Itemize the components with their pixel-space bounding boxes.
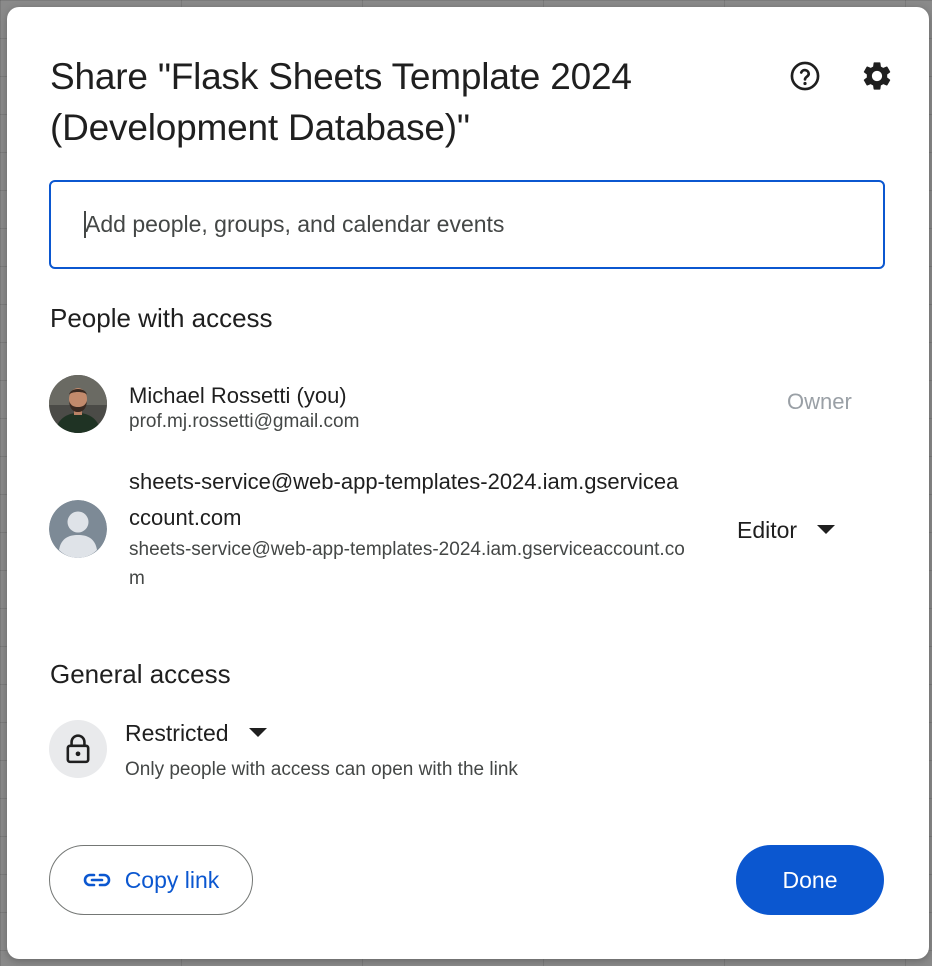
done-button[interactable]: Done [736, 845, 884, 915]
add-people-input[interactable] [85, 182, 865, 267]
role-dropdown[interactable]: Editor [725, 507, 847, 553]
help-button[interactable] [785, 56, 825, 96]
dialog-title: Share "Flask Sheets Template 2024 (Devel… [50, 56, 632, 148]
share-dialog: Share "Flask Sheets Template 2024 (Devel… [7, 7, 929, 959]
dropdown-arrow-icon [817, 525, 836, 534]
link-icon [83, 873, 110, 887]
general-access-dropdown[interactable]: Restricted [117, 712, 275, 754]
role-dropdown-label: Editor [737, 516, 798, 543]
copy-link-button[interactable]: Copy link [49, 845, 253, 915]
add-people-field[interactable] [49, 180, 885, 269]
owner-role-label: Owner [787, 389, 852, 414]
copy-link-label: Copy link [124, 866, 220, 893]
done-label: Done [782, 866, 838, 893]
default-person-icon [49, 500, 107, 558]
gear-icon [863, 62, 891, 90]
dropdown-arrow-icon [248, 728, 267, 737]
person-name: sheets-service@web-app-templates-2024.ia… [129, 469, 679, 530]
avatar-photo [49, 375, 107, 433]
settings-button[interactable] [857, 56, 897, 96]
general-access-label: Restricted [125, 719, 229, 746]
lock-icon-container [49, 720, 107, 778]
person-email: prof.mj.rossetti@gmail.com [129, 411, 360, 432]
person-email: sheets-service@web-app-templates-2024.ia… [129, 539, 685, 589]
help-circle-icon [790, 61, 820, 91]
lock-icon [66, 734, 90, 764]
general-access-title: General access [50, 659, 231, 689]
general-access-description: Only people with access can open with th… [125, 759, 518, 780]
people-with-access-title: People with access [50, 303, 273, 333]
text-cursor [84, 211, 86, 238]
